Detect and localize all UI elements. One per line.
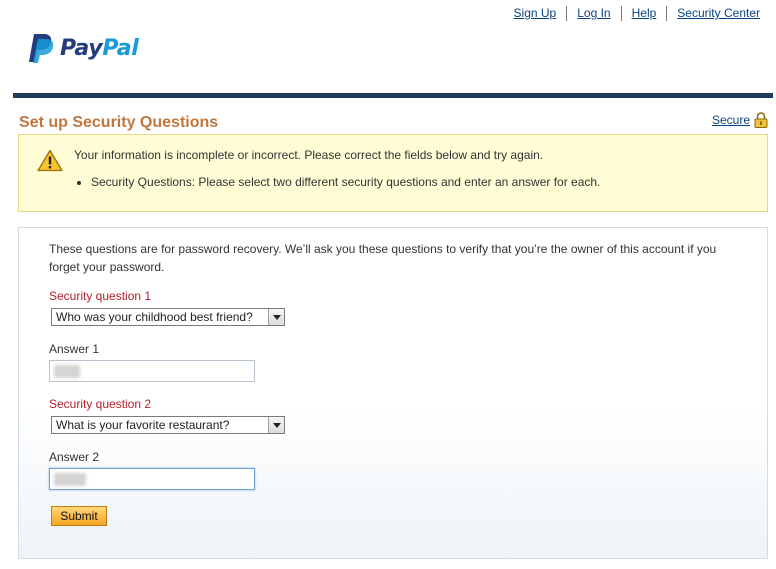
alert-list: Security Questions: Please select two di… <box>74 175 600 189</box>
sign-up-link[interactable]: Sign Up <box>504 5 567 21</box>
warning-icon <box>37 149 63 172</box>
answer-2-label: Answer 2 <box>49 450 100 464</box>
security-question-1-label: Security question 1 <box>49 289 152 303</box>
security-question-1-select[interactable]: Who was your childhood best friend? <box>51 308 285 326</box>
answer-1-label: Answer 1 <box>49 342 100 356</box>
page-title: Set up Security Questions <box>19 114 219 131</box>
top-nav: Sign Up Log In Help Security Center <box>504 5 760 21</box>
masked-answer-2 <box>54 473 86 486</box>
answer-1-input[interactable] <box>49 360 255 382</box>
help-link[interactable]: Help <box>622 5 667 21</box>
security-question-1-value: Who was your childhood best friend? <box>56 310 253 324</box>
dropdown-arrow-icon[interactable] <box>268 309 284 325</box>
error-alert: Your information is incomplete or incorr… <box>18 134 768 212</box>
security-center-link[interactable]: Security Center <box>667 5 760 21</box>
log-in-link[interactable]: Log In <box>567 5 620 21</box>
security-questions-form: These questions are for password recover… <box>18 227 768 559</box>
security-question-2-label: Security question 2 <box>49 397 152 411</box>
alert-item: Security Questions: Please select two di… <box>91 175 600 189</box>
paypal-wordmark: PayPal <box>60 35 139 61</box>
dropdown-arrow-icon[interactable] <box>268 417 284 433</box>
paypal-logo[interactable]: PayPal <box>28 33 139 63</box>
secure-link[interactable]: Secure <box>712 113 750 127</box>
alert-message: Your information is incomplete or incorr… <box>74 148 544 162</box>
submit-button[interactable]: Submit <box>51 506 107 526</box>
masked-answer-1 <box>54 365 80 378</box>
answer-2-input[interactable] <box>49 468 255 490</box>
lock-icon <box>754 112 768 128</box>
header-divider <box>13 93 773 98</box>
security-question-2-value: What is your favorite restaurant? <box>56 418 230 432</box>
secure-indicator: Secure <box>712 112 768 128</box>
security-question-2-select[interactable]: What is your favorite restaurant? <box>51 416 285 434</box>
paypal-p-icon <box>29 34 54 63</box>
form-intro: These questions are for password recover… <box>49 242 717 274</box>
